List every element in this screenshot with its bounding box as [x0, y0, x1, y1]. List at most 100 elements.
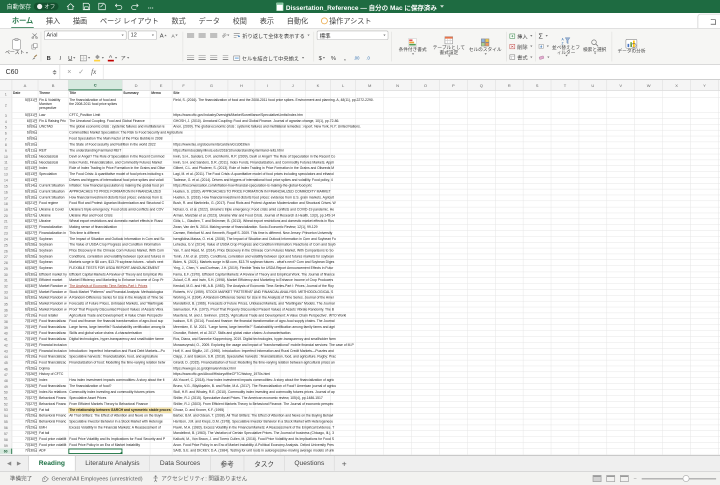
cell-date[interactable]: 6月30日 — [12, 290, 38, 295]
cell-date[interactable]: 6月30日 — [12, 301, 38, 306]
cell-date[interactable]: 6月28日 — [12, 266, 38, 271]
row-number[interactable]: 46 — [0, 366, 12, 371]
cell-title[interactable]: Price Discovery in the Chinese Corn Futu… — [68, 248, 172, 253]
indent-button[interactable] — [220, 53, 230, 62]
wrap-text-button[interactable]: 折り返して全体を表示する — [232, 31, 310, 40]
cell-title[interactable]: Introduction: Imperfect Information and … — [68, 349, 172, 354]
cell-date[interactable]: 7月19日 — [12, 325, 38, 330]
find-select-button[interactable]: 検索と選択 — [580, 31, 609, 63]
cell-site[interactable]: https://farmdocdaily.illinois.edu/2018/1… — [172, 148, 718, 153]
cell-site[interactable]: Stoll, H.R. and Whaley, R.E. (2010). Com… — [172, 390, 718, 395]
row-number[interactable]: 48 — [0, 378, 12, 383]
cell-site[interactable]: Lagi, M. et al. (2011). The Food Crisis:… — [172, 172, 718, 177]
cell-title[interactable]: How index investment impacts commodities… — [68, 378, 172, 383]
format-cells-button[interactable]: 書式 — [509, 53, 532, 61]
cell-date[interactable]: 5月31日 — [12, 113, 38, 118]
view-page-break-button[interactable] — [620, 475, 629, 482]
cell-title[interactable]: The global economic crisis : systemic fa… — [68, 125, 172, 130]
cell-title[interactable]: Role of Index Trading in Price Formation… — [68, 166, 172, 171]
column-header-A[interactable]: A — [12, 80, 38, 90]
cell-site[interactable]: Anon, (2009). The global economic crisis… — [172, 125, 718, 130]
title-chevron-icon[interactable] — [440, 5, 444, 8]
row-number[interactable]: 16 — [0, 189, 12, 194]
column-header-D[interactable]: D — [122, 80, 150, 90]
cell-theme[interactable]: Market Random w — [38, 301, 68, 306]
cell-date[interactable]: 6月28日 — [12, 248, 38, 253]
cell-title[interactable]: Drivers and triggers of international fo… — [68, 178, 172, 183]
prev-sheet-icon[interactable]: ◀ — [7, 460, 11, 466]
decrease-decimal-button[interactable]: .0 — [363, 53, 373, 62]
column-header-I[interactable]: I — [255, 80, 280, 90]
cell-title[interactable]: How financial investment distorts food p… — [68, 195, 172, 200]
cell-title[interactable]: This time is different — [68, 231, 172, 236]
cell-site[interactable]: Girardi, D. (2015). Financialization of … — [172, 360, 718, 365]
cell-site[interactable]: Grundke, Robert, et al. 2017. Skills and… — [172, 331, 718, 336]
cell-theme[interactable]: Food financializac — [38, 384, 68, 389]
enter-icon[interactable]: ✓ — [78, 68, 84, 76]
cell-theme[interactable]: Market Random w — [38, 296, 68, 301]
cell-site[interactable]: Gilbert, C.L. and Pfuderer, S. (2013). R… — [172, 166, 718, 171]
cell-title[interactable]: Commodities Market Speculation: The Risk… — [68, 131, 718, 136]
cell-date[interactable]: 7月29日 — [12, 413, 38, 418]
comma-button[interactable]: , — [340, 53, 350, 62]
cell-title[interactable]: The Value of USDA Crop Progress and Cond… — [68, 242, 172, 247]
cell-theme[interactable]: Behavioral Financ — [38, 396, 68, 401]
cell-theme[interactable]: Current Situation — [38, 189, 68, 194]
row-number[interactable]: 12 — [0, 166, 12, 171]
name-box[interactable]: C60 — [0, 65, 60, 79]
clear-button[interactable] — [539, 53, 550, 61]
cell-date[interactable]: 6月13日 — [12, 160, 38, 165]
row-number[interactable]: 43 — [0, 349, 12, 354]
row-number[interactable]: 9 — [0, 148, 12, 153]
cell-theme[interactable]: Behavioral Financ — [38, 402, 68, 407]
selected-cell[interactable] — [68, 449, 122, 454]
cell-theme[interactable]: Fin & Volatility Marxism perspective — [38, 98, 68, 112]
cell-date[interactable]: 6月27日 — [12, 225, 38, 230]
cell-theme[interactable]: Soybean — [38, 254, 68, 259]
cell-date[interactable]: 7月26日 — [12, 366, 38, 371]
row-number[interactable]: 58 — [0, 437, 12, 442]
cell-date[interactable]: 6月28日 — [12, 237, 38, 242]
cell-date[interactable]: 7月19日 — [12, 331, 38, 336]
cell-title[interactable]: Food Speculation The Main Factor of the … — [68, 136, 718, 141]
row-number[interactable]: 25 — [0, 242, 12, 247]
cell-theme[interactable]: Law — [38, 113, 68, 118]
underline-button[interactable]: U — [67, 53, 77, 62]
cell-date[interactable]: 7月30日 — [12, 449, 38, 454]
cell-date[interactable]: 7月26日 — [12, 372, 38, 377]
cell-title[interactable]: Efficient Capital Markets A Review of Th… — [68, 272, 172, 277]
menu-tab-ホーム[interactable]: ホーム — [11, 13, 34, 28]
row-number[interactable]: 56 — [0, 425, 12, 430]
cell-site[interactable]: Ros, Diana, and Sanneke Kloppenburg. 201… — [172, 337, 718, 342]
accessibility-status[interactable]: アクセシビリティ: 問題ありません — [153, 474, 248, 482]
sheet-tab-タスク[interactable]: タスク — [244, 456, 284, 471]
menu-tab-表示[interactable]: 表示 — [259, 13, 275, 27]
cell-site[interactable]: https://www.cftc.gov/About/HistoryoftheC… — [172, 372, 718, 377]
cell-theme[interactable] — [38, 136, 68, 141]
cell-title[interactable]: Ukraine's triple emergency: Food crisis … — [68, 207, 172, 212]
row-number[interactable]: 4 — [0, 119, 12, 124]
cell-title[interactable]: The Analysis of Economic Time-Series-Par… — [68, 284, 172, 289]
merge-center-button[interactable]: セルを結合して中央揃え — [232, 53, 305, 62]
cell-date[interactable]: 7月29日 — [12, 419, 38, 424]
row-number[interactable]: 1 — [0, 91, 12, 98]
cell-date[interactable]: 7月28日 — [12, 407, 38, 412]
cell-theme[interactable] — [38, 178, 68, 183]
cell-title[interactable]: The understanding Farmland REIT — [68, 148, 172, 153]
cell-site[interactable]: Mandelbrot, B. (1966). Forecasts of Futu… — [172, 301, 718, 306]
borders-button[interactable] — [78, 53, 91, 62]
row-number[interactable]: 33 — [0, 290, 12, 295]
row-number[interactable]: 17 — [0, 195, 12, 200]
column-header-B[interactable]: B — [38, 80, 68, 90]
header-memo[interactable]: Memo — [150, 91, 172, 98]
cell-theme[interactable]: Behavioral Financ — [38, 413, 68, 418]
cell-site[interactable]: Samuelson, P.A. (1973). Proof That Prope… — [172, 307, 718, 312]
cell-title[interactable]: The Unnatural Coupling. Food and Global … — [68, 119, 172, 124]
cell-site[interactable]: Kalkuhl, M., Von Braun, J. and Torero Cu… — [172, 437, 718, 442]
cell-theme[interactable]: Ukraine — [38, 219, 68, 224]
add-sheet-button[interactable]: + — [335, 456, 354, 471]
cell-date[interactable]: 6月9日 — [12, 125, 38, 130]
cell-theme[interactable]: Market Random w — [38, 290, 68, 295]
sheet-tab-Literature Analysis[interactable]: Literature Analysis — [75, 456, 150, 471]
cell-site[interactable]: Barber, B.M. and Odean, T. (2008). All T… — [172, 413, 718, 418]
